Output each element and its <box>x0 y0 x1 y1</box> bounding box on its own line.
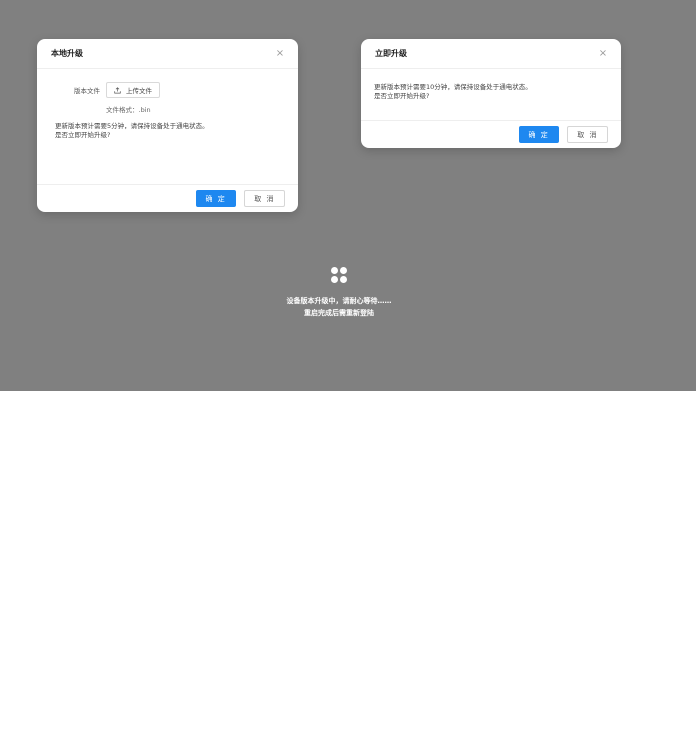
file-format-hint: 文件格式：.bin <box>106 106 151 114</box>
upgrade-message: 更新版本预计需要10分钟，请保持设备处于通电状态。 是否立即开始升级? <box>374 83 532 101</box>
upgrade-message-line1: 更新版本预计需要5分钟，请保持设备处于通电状态。 <box>55 122 209 130</box>
close-icon[interactable]: × <box>598 48 608 59</box>
loading-dots-icon <box>330 267 348 285</box>
modal-overlay: 本地升级 × 版本文件 上传文件 文件格式：.bin 更新版本预计需要5分钟，请… <box>0 0 696 391</box>
dialog-title: 立即升级 <box>375 49 407 58</box>
upload-file-label: 上传文件 <box>126 87 152 95</box>
file-format-row: 文件格式：.bin <box>106 104 151 114</box>
loading-dot <box>340 276 347 283</box>
upgrade-message-line2: 是否立即开始升级? <box>374 92 430 100</box>
dialog-header: 本地升级 × <box>37 39 298 69</box>
loading-dot <box>331 276 338 283</box>
upload-file-button[interactable]: 上传文件 <box>106 82 160 98</box>
confirm-button[interactable]: 确 定 <box>518 126 560 143</box>
loading-message-line1: 设备版本升级中，请耐心等待…… <box>286 297 392 305</box>
dialog-footer: 确 定 取 消 <box>37 184 298 212</box>
version-file-label: 版本文件 <box>74 87 100 95</box>
version-file-row: 版本文件 上传文件 <box>37 82 160 98</box>
upload-icon <box>114 86 121 94</box>
local-upgrade-dialog: 本地升级 × 版本文件 上传文件 文件格式：.bin 更新版本预计需要5分钟，请… <box>37 39 298 212</box>
confirm-button[interactable]: 确 定 <box>195 190 237 207</box>
dialog-title: 本地升级 <box>51 49 83 58</box>
upgrade-message: 更新版本预计需要5分钟，请保持设备处于通电状态。 是否立即开始升级? <box>55 122 209 140</box>
instant-upgrade-dialog: 立即升级 × 更新版本预计需要10分钟，请保持设备处于通电状态。 是否立即开始升… <box>361 39 621 148</box>
dialog-footer: 确 定 取 消 <box>361 120 621 148</box>
loading-dot <box>340 267 347 274</box>
close-icon[interactable]: × <box>275 48 285 59</box>
loading-message-line2: 重启完成后需重新登陆 <box>304 309 374 317</box>
cancel-button[interactable]: 取 消 <box>244 190 285 207</box>
upgrade-message-line1: 更新版本预计需要10分钟，请保持设备处于通电状态。 <box>374 83 532 91</box>
dialog-header: 立即升级 × <box>361 39 621 69</box>
cancel-button[interactable]: 取 消 <box>567 126 608 143</box>
loading-dot <box>331 267 338 274</box>
upgrade-message-line2: 是否立即开始升级? <box>55 131 111 139</box>
